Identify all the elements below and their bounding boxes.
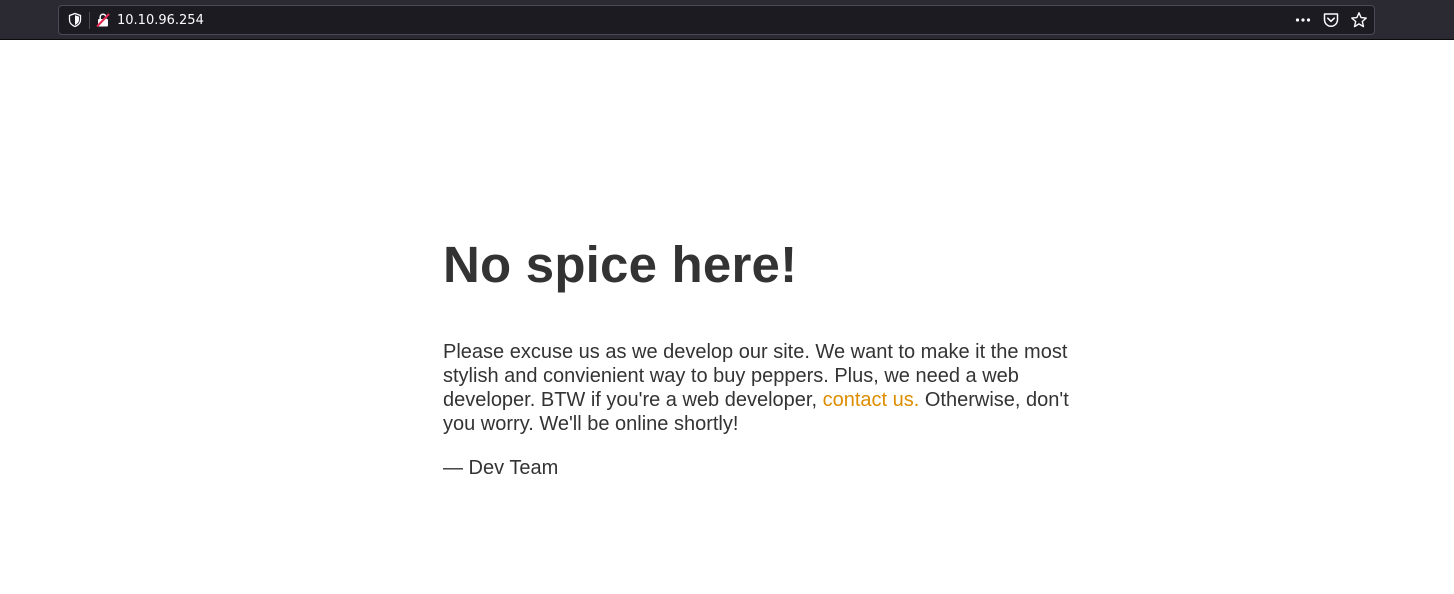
- intro-paragraph: Please excuse us as we develop our site.…: [443, 340, 1083, 436]
- page-content: No spice here! Please excuse us as we de…: [443, 232, 1083, 480]
- shield-icon[interactable]: [67, 12, 83, 28]
- url-bar[interactable]: 10.10.96.254: [58, 5, 1375, 35]
- more-actions-icon[interactable]: [1294, 11, 1312, 29]
- contact-link[interactable]: contact us.: [823, 389, 920, 411]
- urlbar-separator: [89, 12, 90, 29]
- pocket-icon[interactable]: [1322, 11, 1340, 29]
- star-icon[interactable]: [1350, 11, 1368, 29]
- signature: — Dev Team: [443, 457, 559, 479]
- url-text[interactable]: 10.10.96.254: [117, 12, 204, 29]
- page-heading: No spice here!: [443, 236, 798, 293]
- insecure-lock-icon[interactable]: [95, 12, 111, 28]
- browser-toolbar: 10.10.96.254: [0, 0, 1454, 40]
